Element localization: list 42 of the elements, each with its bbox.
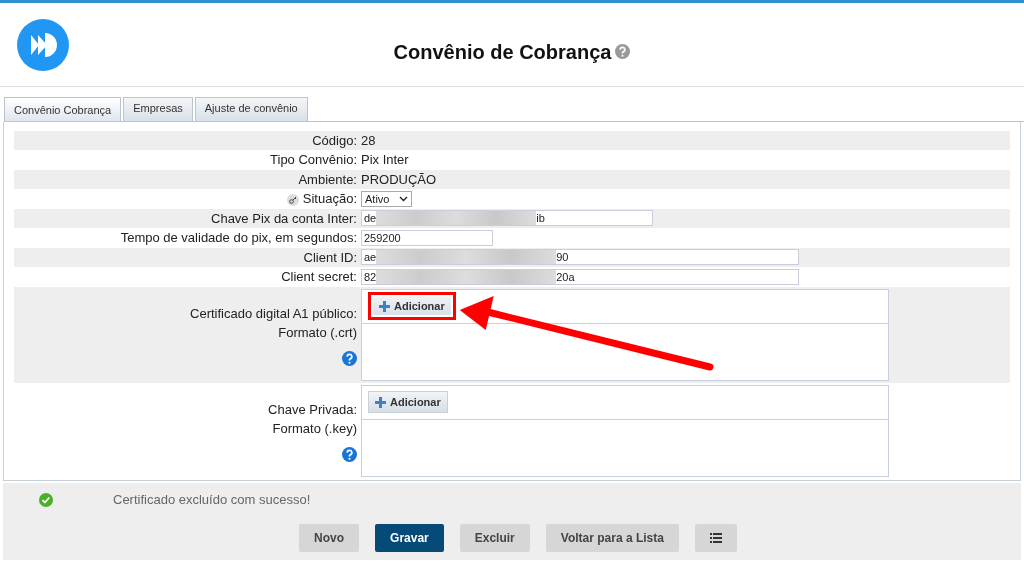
key-icon: [286, 191, 299, 206]
success-icon: [39, 492, 53, 507]
input-field[interactable]: de ib: [361, 210, 653, 227]
field-label: Chave Privada:: [268, 400, 357, 419]
action-button[interactable]: Excluir: [459, 523, 530, 552]
status-select[interactable]: Ativo: [361, 190, 413, 207]
success-message: Certificado excluído com sucesso!: [113, 491, 311, 509]
field-value: 28: [361, 131, 376, 150]
field-value: PRODUÇÃO: [361, 170, 437, 189]
input-field[interactable]: 82 20a: [361, 268, 799, 285]
help-icon[interactable]: [342, 446, 357, 462]
plus-icon: [379, 300, 390, 312]
tab[interactable]: Empresas: [123, 97, 193, 121]
field-value: Pix Inter: [361, 151, 409, 169]
field-label: Tipo Convênio:: [270, 152, 357, 167]
field-label: Formato (.key): [272, 420, 357, 438]
field-label: Chave Pix da conta Inter:: [211, 210, 357, 226]
page-title: Convênio de Cobrança: [393, 39, 612, 64]
input-field[interactable]: 259200: [361, 229, 493, 246]
field-label: Client secret:: [281, 269, 357, 284]
field-label: Código:: [312, 132, 357, 148]
tab[interactable]: Convênio Cobrança: [4, 97, 122, 121]
list-icon: [709, 533, 722, 544]
chevron-icon: [399, 195, 409, 202]
help-icon[interactable]: [615, 44, 631, 59]
plus-icon: [375, 396, 386, 408]
action-button[interactable]: Voltar para a Lista: [545, 523, 679, 552]
add-button[interactable]: Adicionar: [368, 291, 456, 321]
tab[interactable]: Ajuste de convênio: [194, 97, 308, 121]
field-label: Situação:: [302, 191, 357, 206]
list-button[interactable]: [694, 523, 737, 552]
help-icon[interactable]: [342, 350, 357, 366]
field-label: Certificado digital A1 público:: [190, 304, 357, 323]
field-label: Ambiente:: [298, 171, 357, 187]
add-button[interactable]: Adicionar: [368, 390, 448, 414]
logo-icon: [17, 19, 69, 71]
field-label: Formato (.crt): [278, 324, 357, 342]
input-field[interactable]: ae 90: [361, 249, 799, 266]
action-button[interactable]: Gravar: [375, 523, 444, 552]
field-label: Tempo de validade do pix, em segundos:: [120, 230, 357, 245]
field-label: Client ID:: [303, 249, 357, 265]
action-button[interactable]: Novo: [299, 523, 360, 552]
